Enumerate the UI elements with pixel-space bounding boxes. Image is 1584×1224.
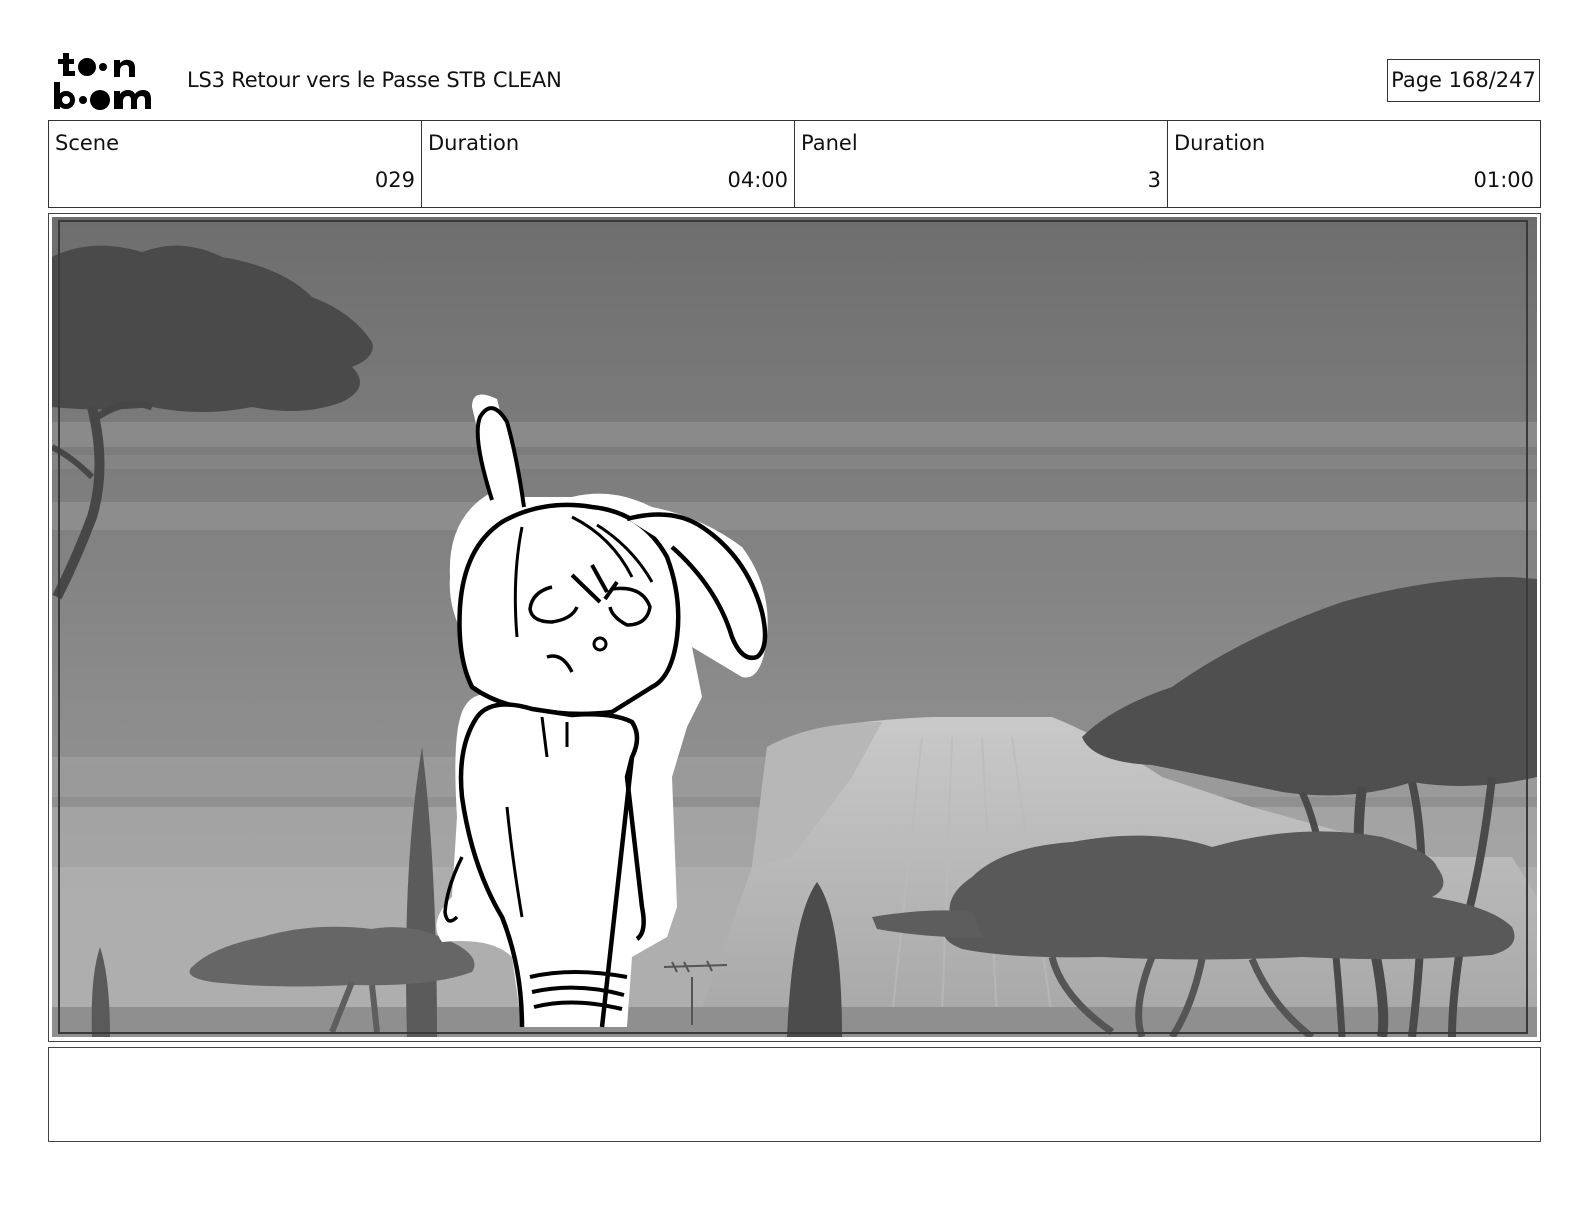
document-title: LS3 Retour vers le Passe STB CLEAN (187, 68, 562, 92)
scene-cell: Scene 029 (49, 121, 422, 207)
panel-duration-cell: Duration 01:00 (1168, 121, 1540, 207)
scene-duration-value: 04:00 (727, 168, 788, 192)
panel-duration-value: 01:00 (1473, 168, 1534, 192)
panel-label: Panel (801, 131, 858, 155)
storyboard-drawing (52, 217, 1537, 1037)
panel-cell: Panel 3 (795, 121, 1168, 207)
scene-info-table: Scene 029 Duration 04:00 Panel 3 Duratio… (48, 120, 1541, 208)
scene-duration-cell: Duration 04:00 (422, 121, 795, 207)
page-number: Page 168/247 (1387, 59, 1540, 102)
scene-label: Scene (55, 131, 120, 155)
panel-value: 3 (1147, 168, 1161, 192)
panel-duration-label: Duration (1174, 131, 1266, 155)
scene-value: 029 (374, 168, 415, 192)
panel-notes-box (48, 1047, 1541, 1142)
toonboom-logo (54, 53, 151, 110)
scene-duration-label: Duration (428, 131, 520, 155)
